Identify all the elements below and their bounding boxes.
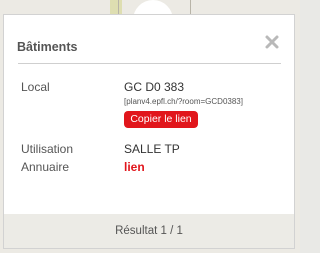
local-label: Local: [21, 80, 50, 94]
annuaire-link[interactable]: lien: [124, 160, 145, 174]
annuaire-label: Annuaire: [21, 160, 70, 174]
utilisation-label: Utilisation: [21, 142, 74, 156]
utilisation-value: SALLE TP: [124, 142, 180, 156]
floor-plan-room: [110, 0, 122, 14]
copy-link-button[interactable]: Copier le lien: [124, 111, 198, 128]
room-url: [planv4.epfl.ch/?room=GCD0383]: [124, 97, 243, 106]
panel-title: Bâtiments: [17, 40, 78, 54]
result-count: Résultat 1 / 1: [115, 225, 183, 237]
local-value: GC D0 383: [124, 80, 185, 94]
divider: [18, 63, 281, 64]
results-footer: Résultat 1 / 1: [4, 214, 294, 248]
close-icon[interactable]: [263, 33, 281, 51]
